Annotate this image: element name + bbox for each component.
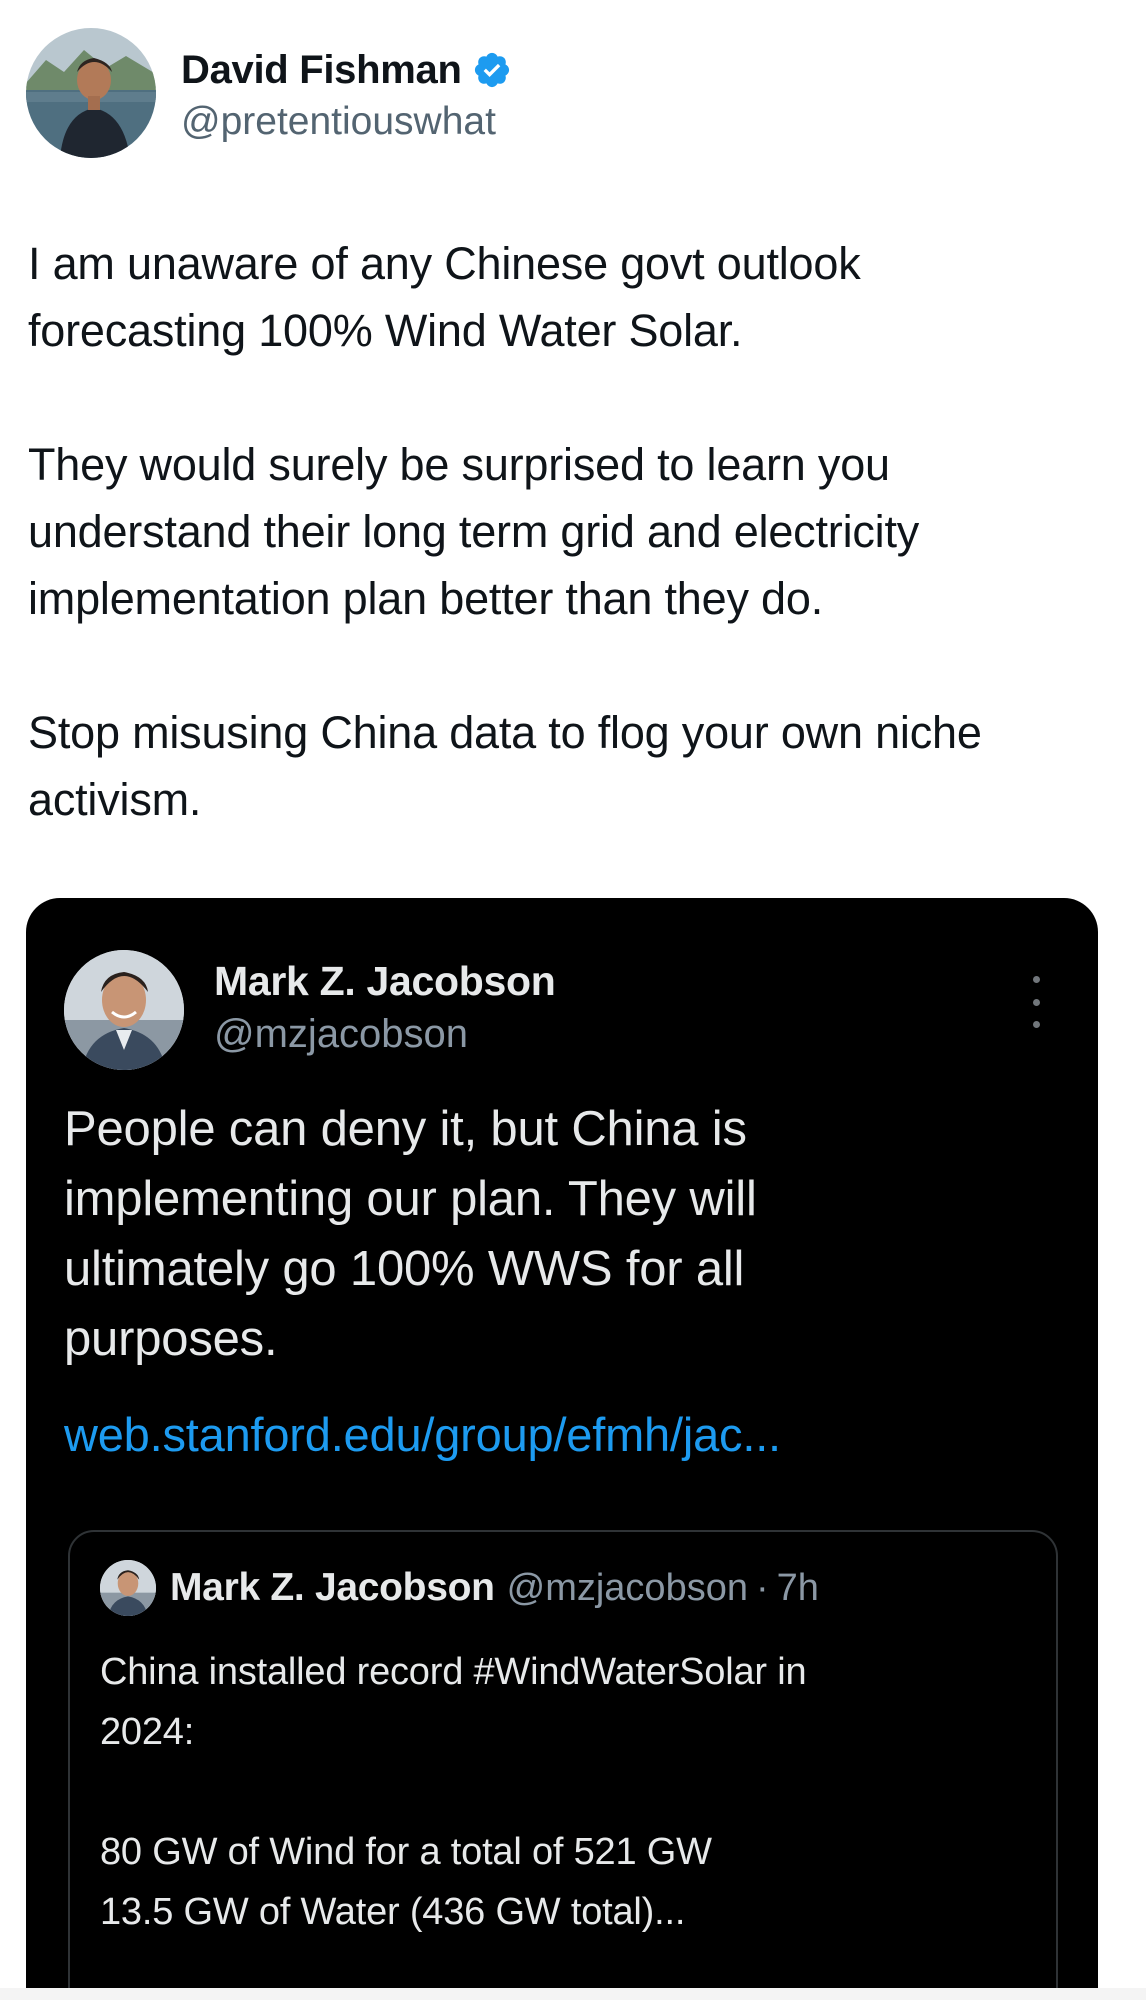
- separator-dot: ·: [755, 1566, 769, 1609]
- dot: [1032, 998, 1040, 1006]
- page-bottom-edge: [0, 1988, 1146, 2000]
- tweet-paragraph: I am unaware of any Chinese govt outlook…: [28, 238, 861, 356]
- tweet-text: I am unaware of any Chinese govt outlook…: [28, 230, 1118, 833]
- quoted-tweet-text: People can deny it, but China is impleme…: [64, 1102, 757, 1366]
- verified-badge-icon: [472, 50, 512, 90]
- nested-quoted-tweet[interactable]: Mark Z. Jacobson @mzjacobson · 7h China …: [68, 1530, 1058, 2000]
- tweet-paragraph: Stop misusing China data to flog your ow…: [28, 707, 982, 825]
- nested-author-name[interactable]: Mark Z. Jacobson: [170, 1566, 495, 1610]
- dot: [1032, 1021, 1040, 1028]
- nested-author-handle[interactable]: @mzjacobson: [507, 1567, 748, 1610]
- attached-screenshot[interactable]: Mark Z. Jacobson @mzjacobson People can …: [26, 898, 1098, 2000]
- avatar[interactable]: [100, 1560, 156, 1616]
- avatar[interactable]: [26, 28, 156, 158]
- avatar[interactable]: [64, 950, 184, 1070]
- quoted-tweet-header: Mark Z. Jacobson @mzjacobson: [64, 950, 1064, 1070]
- quoted-author-name[interactable]: Mark Z. Jacobson: [214, 954, 556, 1008]
- nested-tweet-header: Mark Z. Jacobson @mzjacobson · 7h: [100, 1560, 819, 1616]
- avatar-photo-lake-icon: [26, 28, 156, 158]
- tweet-header: David Fishman @pretentiouswhat: [26, 28, 512, 158]
- author-block: David Fishman @pretentiouswhat: [181, 42, 512, 144]
- author-name-row: David Fishman: [181, 42, 512, 98]
- quoted-author-block: Mark Z. Jacobson @mzjacobson: [214, 954, 556, 1060]
- nested-paragraph: China installed record #WindWaterSolar i…: [100, 1651, 807, 1753]
- avatar-photo-portrait-icon: [64, 950, 184, 1070]
- timestamp[interactable]: 7h: [777, 1567, 819, 1610]
- tweet-paragraph: They would surely be surprised to learn …: [28, 439, 920, 624]
- quoted-author-handle[interactable]: @mzjacobson: [214, 1008, 556, 1060]
- author-name[interactable]: David Fishman: [181, 48, 462, 93]
- avatar-photo-portrait-icon: [100, 1560, 156, 1616]
- author-handle[interactable]: @pretentiouswhat: [181, 100, 512, 144]
- more-options-icon[interactable]: [1016, 972, 1056, 1032]
- nested-paragraph: 80 GW of Wind for a total of 521 GW 13.5…: [100, 1831, 712, 1933]
- dot: [1032, 976, 1040, 983]
- nested-tweet-text: China installed record #WindWaterSolar i…: [100, 1642, 1040, 1942]
- quoted-tweet-link[interactable]: web.stanford.edu/group/efmh/jac...: [64, 1400, 781, 1470]
